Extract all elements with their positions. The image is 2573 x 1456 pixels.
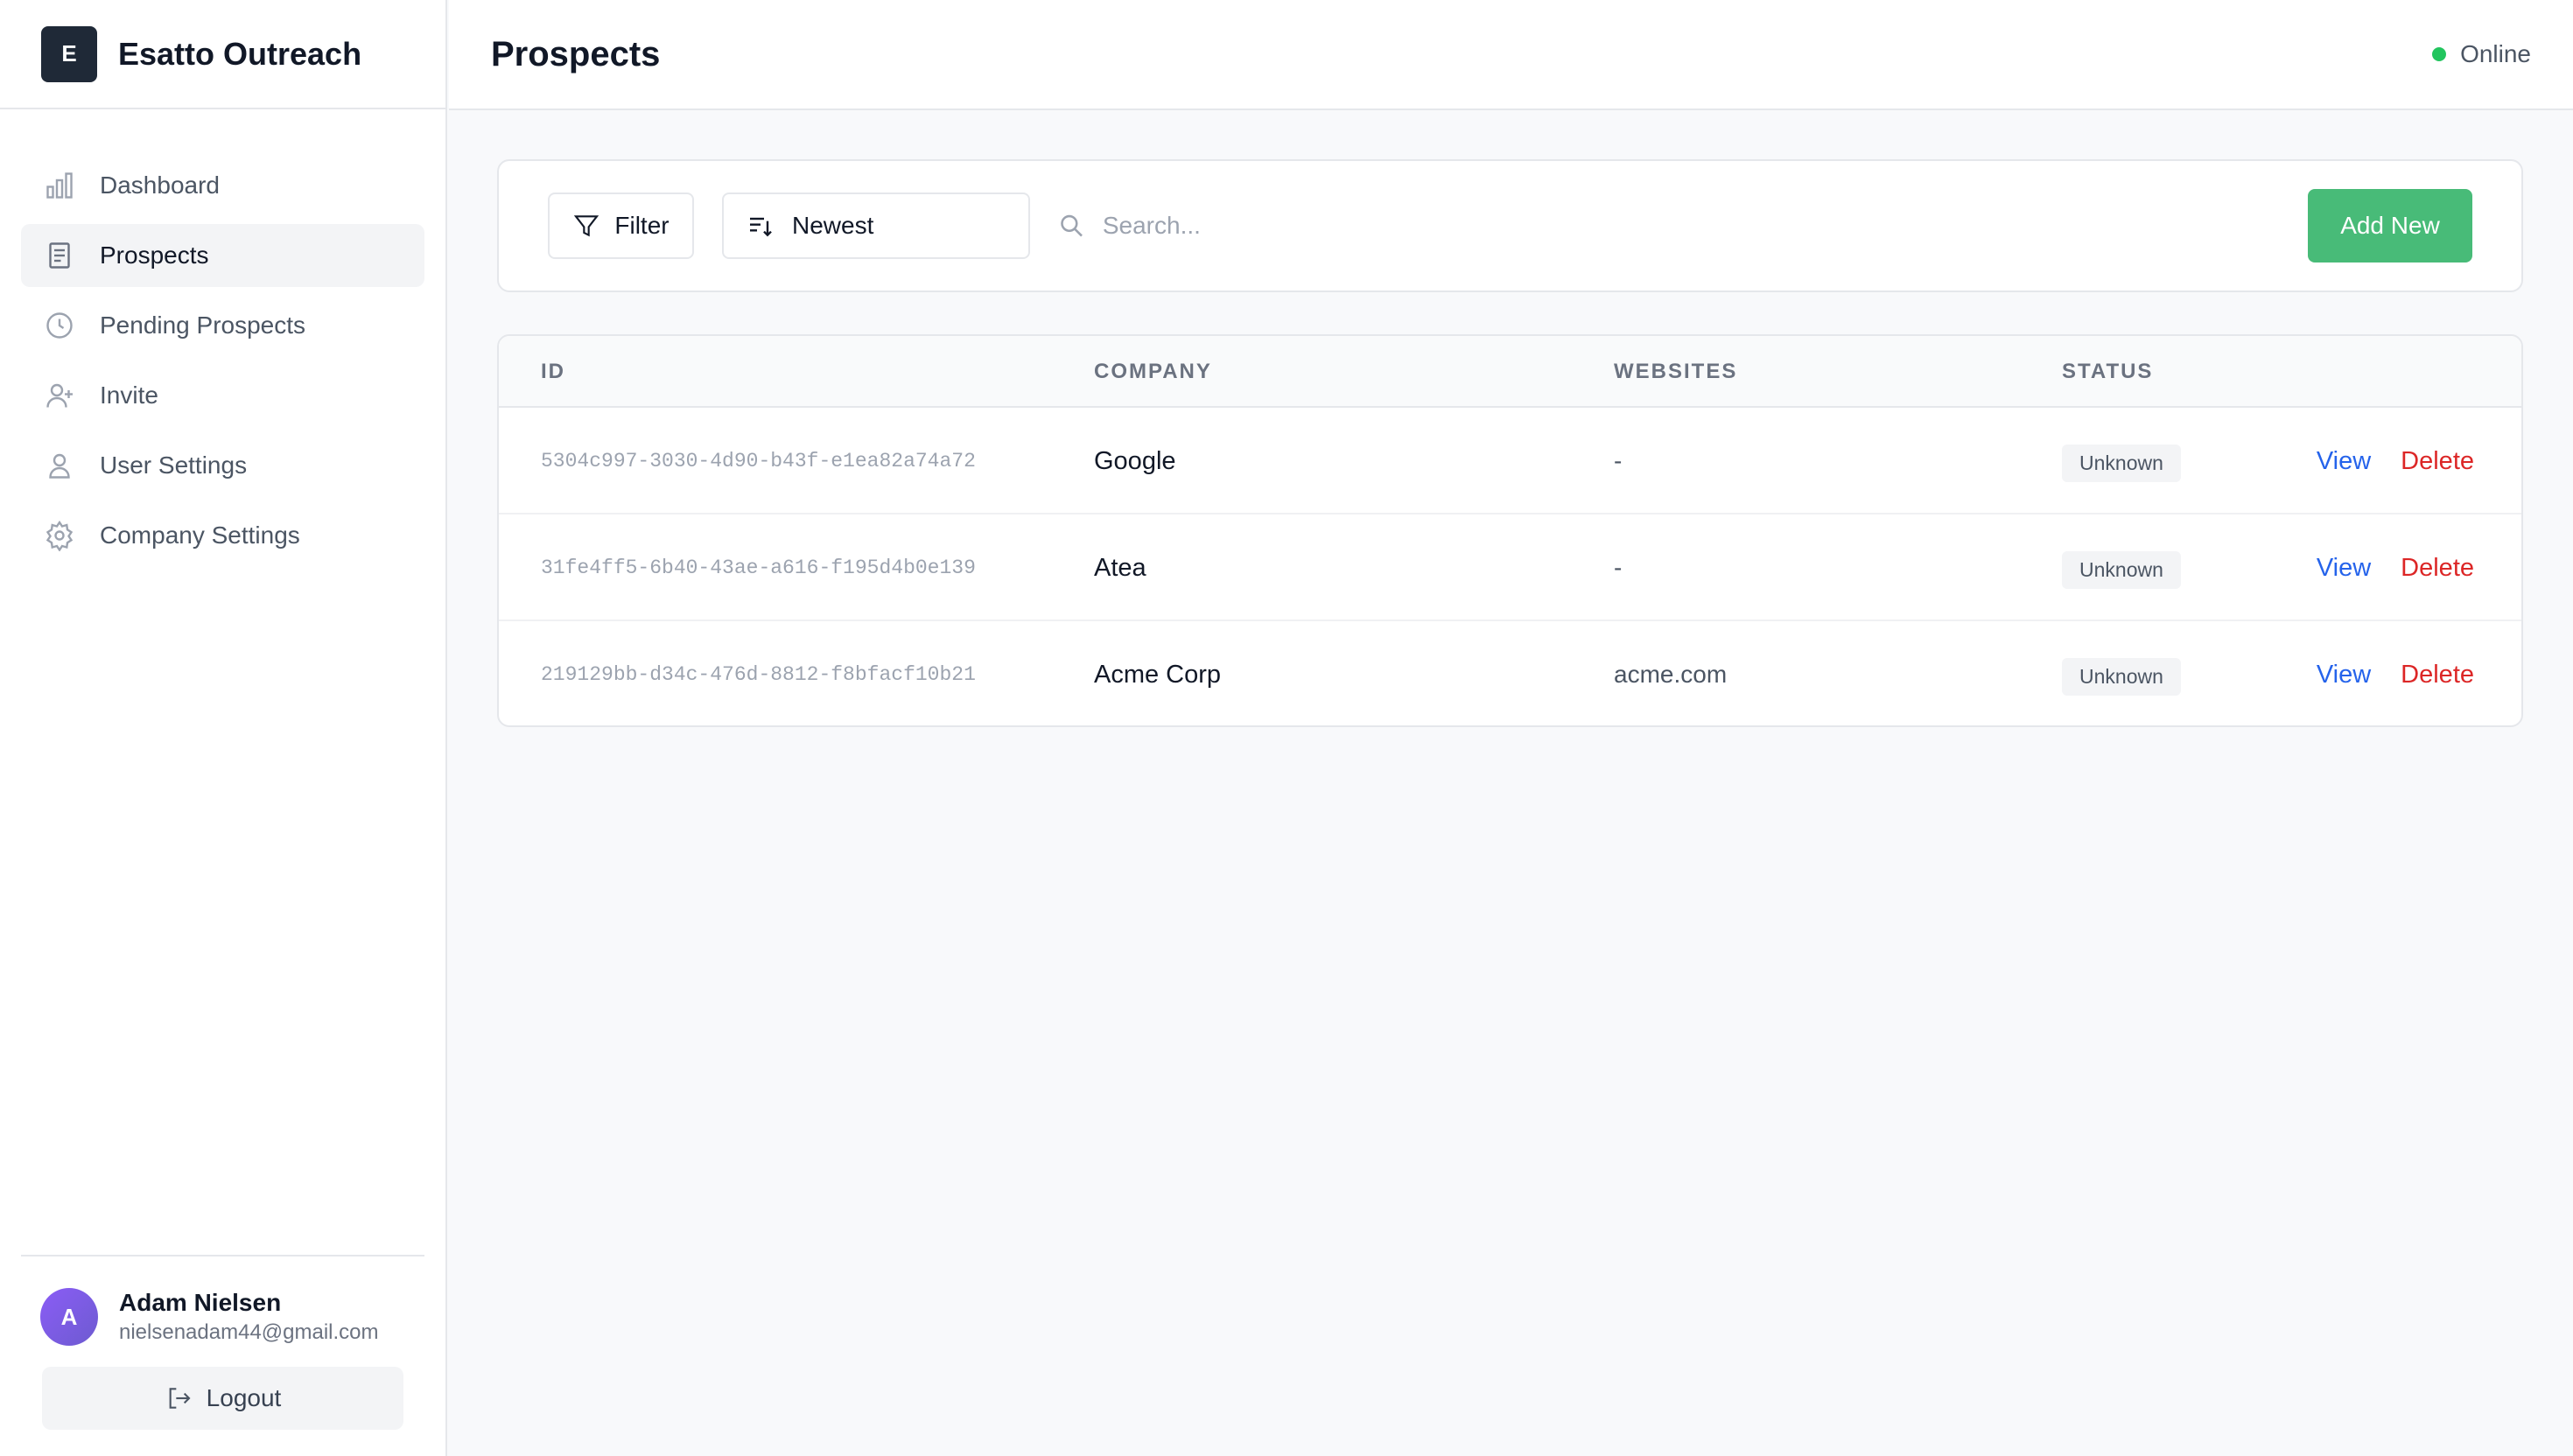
prospect-company: Atea [1094, 553, 1146, 582]
sort-select[interactable]: Newest [722, 192, 1030, 259]
logout-label: Logout [206, 1384, 282, 1411]
sidebar-item-dashboard[interactable]: Dashboard [21, 154, 424, 217]
prospects-table: ID COMPANY WEBSITES STATUS 5304c997-3030… [497, 334, 2523, 727]
row-actions: View Delete [2317, 621, 2474, 725]
sidebar-footer: A Adam Nielsen nielsenadam44@gmail.com L… [21, 1255, 424, 1430]
row-actions: View Delete [2317, 408, 2474, 514]
top-header: Prospects Online [449, 0, 2573, 110]
logout-icon [169, 1388, 191, 1409]
user-profile: A Adam Nielsen nielsenadam44@gmail.com [21, 1288, 424, 1346]
user-plus-icon [42, 378, 77, 413]
sidebar-item-label: Dashboard [100, 172, 220, 199]
sort-icon [750, 217, 772, 237]
column-header-websites[interactable]: WEBSITES [1614, 336, 1737, 408]
column-header-status[interactable]: STATUS [2062, 336, 2153, 408]
table-row: 31fe4ff5-6b40-43ae-a616-f195d4b0e139 Ate… [499, 514, 2521, 621]
filter-label: Filter [614, 212, 670, 239]
brand-logo[interactable]: E [41, 25, 97, 82]
prospect-websites: acme.com [1614, 661, 1728, 688]
brand: E Esatto Outreach [0, 0, 445, 109]
status-badge: Unknown [2062, 550, 2181, 589]
app-name: Esatto Outreach [118, 35, 362, 72]
prospect-company: Acme Corp [1094, 660, 1222, 689]
toolbar: Filter Newest Add New [497, 159, 2523, 292]
add-new-button[interactable]: Add New [2308, 189, 2472, 262]
status-badge: Unknown [2062, 657, 2181, 696]
prospect-websites: - [1614, 447, 1623, 474]
view-link[interactable]: View [2317, 447, 2371, 476]
sidebar-item-label: User Settings [100, 452, 248, 479]
status-cell: Unknown [2062, 514, 2181, 621]
sidebar-item-label: Prospects [100, 242, 209, 269]
prospect-id: 219129bb-d34c-476d-8812-f8bfacf10b21 [541, 663, 976, 686]
delete-link[interactable]: Delete [2401, 554, 2474, 583]
document-icon [42, 238, 77, 273]
sidebar-item-company-settings[interactable]: Company Settings [21, 504, 424, 567]
status-cell: Unknown [2062, 621, 2181, 725]
status-label: Online [2460, 40, 2531, 67]
user-name: Adam Nielsen [119, 1289, 282, 1316]
bar-chart-icon [42, 168, 77, 203]
sidebar-item-label: Invite [100, 382, 158, 409]
filter-icon [574, 215, 599, 237]
prospect-company: Google [1094, 446, 1176, 475]
table-row: 219129bb-d34c-476d-8812-f8bfacf10b21 Acm… [499, 621, 2521, 725]
logout-button[interactable]: Logout [42, 1367, 403, 1430]
status-cell: Unknown [2062, 408, 2181, 514]
sidebar-item-label: Company Settings [100, 522, 300, 549]
prospect-id: 31fe4ff5-6b40-43ae-a616-f195d4b0e139 [541, 556, 976, 579]
user-email: nielsenadam44@gmail.com [119, 1320, 379, 1344]
filter-button[interactable]: Filter [548, 192, 694, 259]
page-title: Prospects [491, 34, 661, 74]
user-info: Adam Nielsen nielsenadam44@gmail.com [119, 1289, 379, 1345]
gear-icon [42, 518, 77, 553]
view-link[interactable]: View [2317, 554, 2371, 583]
delete-link[interactable]: Delete [2401, 447, 2474, 476]
avatar[interactable]: A [40, 1288, 98, 1346]
prospect-id: 5304c997-3030-4d90-b43f-e1ea82a74a72 [541, 450, 976, 472]
view-link[interactable]: View [2317, 661, 2371, 690]
sidebar: E Esatto Outreach Dashboard Prospects Pe… [0, 0, 447, 1456]
status-dot-icon [2432, 47, 2447, 61]
column-header-id[interactable]: ID [541, 336, 565, 408]
sort-value: Newest [792, 212, 874, 239]
search-box [1058, 212, 2308, 240]
delete-link[interactable]: Delete [2401, 661, 2474, 690]
sidebar-item-pending-prospects[interactable]: Pending Prospects [21, 294, 424, 357]
user-icon [42, 448, 77, 483]
row-actions: View Delete [2317, 514, 2474, 621]
search-input[interactable] [1102, 212, 2308, 240]
sidebar-item-user-settings[interactable]: User Settings [21, 434, 424, 497]
table-row: 5304c997-3030-4d90-b43f-e1ea82a74a72 Goo… [499, 408, 2521, 514]
table-header: ID COMPANY WEBSITES STATUS [499, 336, 2521, 408]
sidebar-nav: Dashboard Prospects Pending Prospects In… [0, 109, 445, 567]
clock-icon [42, 308, 77, 343]
status-badge: Unknown [2062, 444, 2181, 482]
search-icon [1061, 214, 1083, 237]
column-header-company[interactable]: COMPANY [1094, 336, 1212, 408]
sidebar-item-label: Pending Prospects [100, 312, 306, 339]
sidebar-item-prospects[interactable]: Prospects [21, 224, 424, 287]
connection-status: Online [2432, 40, 2531, 68]
sidebar-item-invite[interactable]: Invite [21, 364, 424, 427]
prospect-websites: - [1614, 554, 1623, 581]
